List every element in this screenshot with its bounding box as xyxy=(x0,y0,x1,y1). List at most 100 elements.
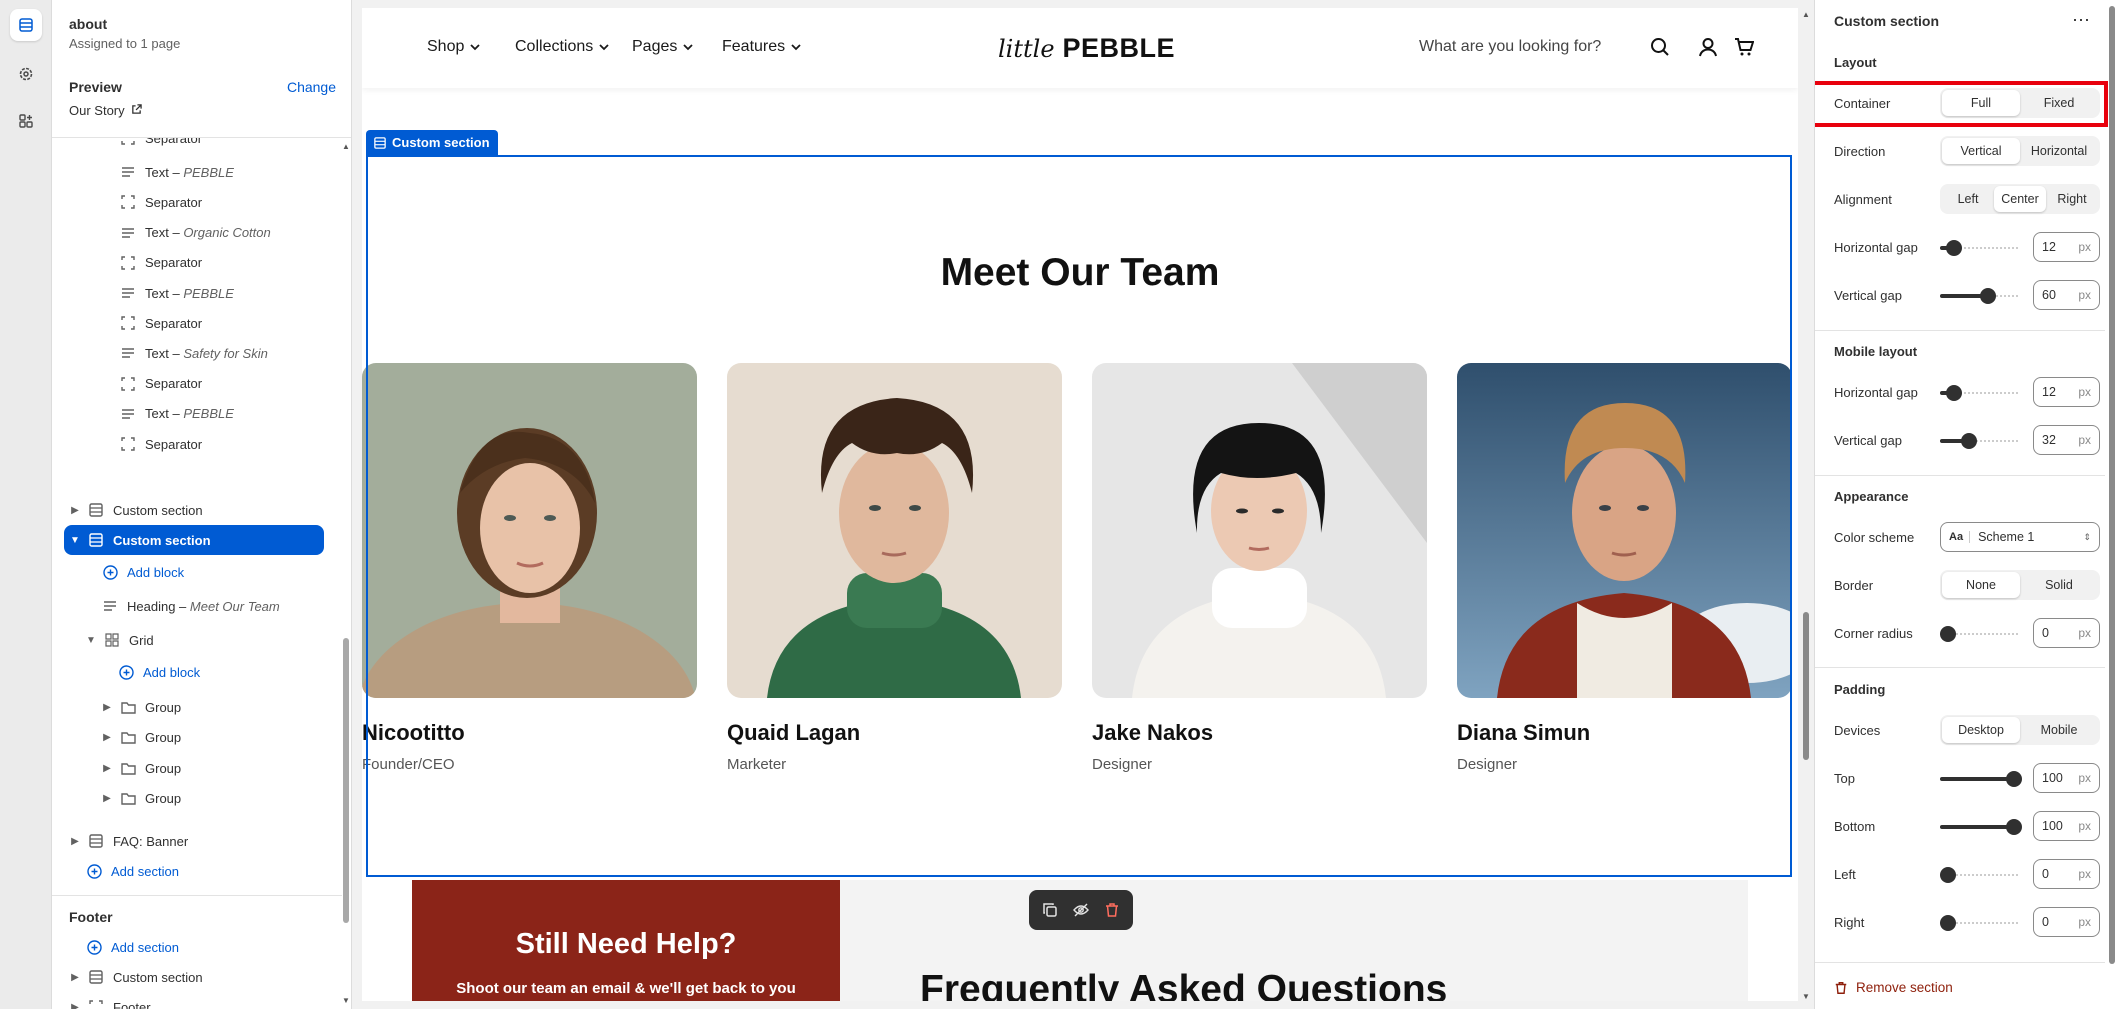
mobile-horizontal-gap-input[interactable]: 12 px xyxy=(2033,377,2100,407)
direction-horizontal-option[interactable]: Horizontal xyxy=(2020,138,2098,164)
tree-item-separator[interactable]: Separator xyxy=(120,429,202,459)
preview-scrollbar[interactable]: ▲ ▼ xyxy=(1800,0,1812,1009)
duplicate-icon[interactable] xyxy=(1042,902,1058,918)
hide-eye-icon[interactable] xyxy=(1073,902,1089,918)
chevron-right-icon[interactable]: ▶ xyxy=(68,1002,82,1009)
tree-item-custom-section-selected[interactable]: ▼ Custom section xyxy=(64,525,324,555)
add-section-button[interactable]: Add section xyxy=(86,856,179,886)
tree-item-separator[interactable]: Separator xyxy=(120,248,202,278)
border-none-option[interactable]: None xyxy=(1942,572,2020,598)
padding-right-input[interactable]: 0 px xyxy=(2033,907,2100,937)
footer-item-footer[interactable]: ▶ Footer xyxy=(68,992,150,1009)
team-card[interactable]: Jake Nakos Designer xyxy=(1092,363,1427,773)
container-full-option[interactable]: Full xyxy=(1942,90,2020,116)
store-search-input[interactable]: What are you looking for? xyxy=(1419,38,1601,56)
scroll-thumb[interactable] xyxy=(1803,612,1809,760)
tree-item-separator[interactable]: Separator xyxy=(120,369,202,399)
tree-item-custom-section[interactable]: ▶ Custom section xyxy=(68,495,202,525)
delete-trash-icon[interactable] xyxy=(1104,902,1120,918)
nav-features[interactable]: Features xyxy=(722,38,801,56)
settings-scrollbar[interactable] xyxy=(2105,0,2119,1009)
chevron-right-icon[interactable]: ▶ xyxy=(100,793,114,804)
tree-item-text[interactable]: Text – PEBBLE xyxy=(120,278,234,308)
footer-add-section-button[interactable]: Add section xyxy=(86,932,179,962)
border-toggle[interactable]: None Solid xyxy=(1940,570,2100,600)
cart-icon[interactable] xyxy=(1734,37,1754,57)
scroll-thumb[interactable] xyxy=(2109,6,2115,964)
preview-page-link[interactable]: Our Story xyxy=(69,103,142,118)
alignment-right-option[interactable]: Right xyxy=(2046,186,2098,212)
padding-top-slider[interactable] xyxy=(1940,771,2022,787)
chevron-right-icon[interactable]: ▶ xyxy=(68,836,82,847)
scroll-down-icon[interactable]: ▼ xyxy=(342,996,350,1005)
remove-section-button[interactable]: Remove section xyxy=(1834,980,1953,995)
chevron-down-icon[interactable]: ▼ xyxy=(68,535,82,546)
selected-section-tag[interactable]: Custom section xyxy=(366,130,498,155)
border-solid-option[interactable]: Solid xyxy=(2020,572,2098,598)
nav-shop[interactable]: Shop xyxy=(427,38,481,56)
container-toggle[interactable]: Full Fixed xyxy=(1940,88,2100,118)
color-scheme-select[interactable]: Aa Scheme 1 ⇕ xyxy=(1940,522,2100,552)
chevron-right-icon[interactable]: ▶ xyxy=(100,763,114,774)
tree-item-separator[interactable]: Separator xyxy=(120,308,202,338)
devices-mobile-option[interactable]: Mobile xyxy=(2020,717,2098,743)
chevron-right-icon[interactable]: ▶ xyxy=(100,732,114,743)
more-options-icon[interactable]: ⋯ xyxy=(2072,10,2091,31)
mobile-vertical-gap-slider[interactable] xyxy=(1940,433,2020,449)
scroll-down-icon[interactable]: ▼ xyxy=(1802,992,1810,1001)
team-card[interactable]: Diana Simun Designer xyxy=(1457,363,1792,773)
tree-item-text[interactable]: Text – Safety for Skin xyxy=(120,338,268,368)
tree-item-group[interactable]: ▶ Group xyxy=(100,692,181,722)
horizontal-gap-input[interactable]: 12 px xyxy=(2033,232,2100,262)
sections-icon[interactable] xyxy=(10,9,42,41)
store-logo[interactable]: little PEBBLE xyxy=(998,33,1175,64)
alignment-toggle[interactable]: Left Center Right xyxy=(1940,184,2100,214)
mobile-horizontal-gap-slider[interactable] xyxy=(1940,385,2020,401)
settings-gear-icon[interactable] xyxy=(10,58,42,90)
padding-top-input[interactable]: 100 px xyxy=(2033,763,2100,793)
alignment-left-option[interactable]: Left xyxy=(1942,186,1994,212)
devices-desktop-option[interactable]: Desktop xyxy=(1942,717,2020,743)
left-scrollbar[interactable]: ▲ ▼ xyxy=(341,138,351,1009)
tree-item-group[interactable]: ▶ Group xyxy=(100,784,181,814)
chevron-right-icon[interactable]: ▶ xyxy=(68,972,82,983)
padding-left-slider[interactable] xyxy=(1940,867,2020,883)
vertical-gap-slider[interactable] xyxy=(1940,288,2020,304)
nav-pages[interactable]: Pages xyxy=(632,38,694,56)
add-block-button[interactable]: Add block xyxy=(118,657,200,687)
padding-left-input[interactable]: 0 px xyxy=(2033,859,2100,889)
tree-item-group[interactable]: ▶ Group xyxy=(100,723,181,753)
tree-item-text[interactable]: Text – PEBBLE xyxy=(120,157,234,187)
chevron-down-icon[interactable]: ▼ xyxy=(84,635,98,646)
footer-item-custom-section[interactable]: ▶ Custom section xyxy=(68,962,202,992)
tree-item-group[interactable]: ▶ Group xyxy=(100,753,181,783)
padding-bottom-slider[interactable] xyxy=(1940,819,2022,835)
alignment-center-option[interactable]: Center xyxy=(1994,186,2046,212)
scroll-up-icon[interactable]: ▲ xyxy=(342,142,350,151)
account-icon[interactable] xyxy=(1698,37,1718,57)
team-card[interactable]: Quaid Lagan Marketer xyxy=(727,363,1062,773)
padding-right-slider[interactable] xyxy=(1940,915,2020,931)
tree-item-faq-banner[interactable]: ▶ FAQ: Banner xyxy=(68,826,188,856)
tree-item-text[interactable]: Text – Organic Cotton xyxy=(120,218,271,248)
mobile-vertical-gap-input[interactable]: 32 px xyxy=(2033,425,2100,455)
search-icon[interactable] xyxy=(1650,37,1670,57)
add-block-button[interactable]: Add block xyxy=(102,557,184,587)
change-preview-link[interactable]: Change xyxy=(287,79,336,95)
direction-toggle[interactable]: Vertical Horizontal xyxy=(1940,136,2100,166)
tree-item-grid[interactable]: ▼ Grid xyxy=(84,625,154,655)
tree-item-text[interactable]: Text – PEBBLE xyxy=(120,399,234,429)
padding-bottom-input[interactable]: 100 px xyxy=(2033,811,2100,841)
nav-collections[interactable]: Collections xyxy=(515,38,609,56)
tree-item-separator[interactable]: Separator xyxy=(120,187,202,217)
vertical-gap-input[interactable]: 60 px xyxy=(2033,280,2100,310)
corner-radius-input[interactable]: 0 px xyxy=(2033,618,2100,648)
scroll-up-icon[interactable]: ▲ xyxy=(1802,10,1810,19)
team-card[interactable]: Nicootitto Founder/CEO xyxy=(362,363,697,773)
tree-item-heading[interactable]: Heading – Meet Our Team xyxy=(102,591,280,621)
corner-radius-slider[interactable] xyxy=(1940,626,2020,642)
apps-icon[interactable] xyxy=(10,105,42,137)
container-fixed-option[interactable]: Fixed xyxy=(2020,90,2098,116)
chevron-right-icon[interactable]: ▶ xyxy=(68,505,82,516)
scroll-thumb[interactable] xyxy=(343,638,349,923)
